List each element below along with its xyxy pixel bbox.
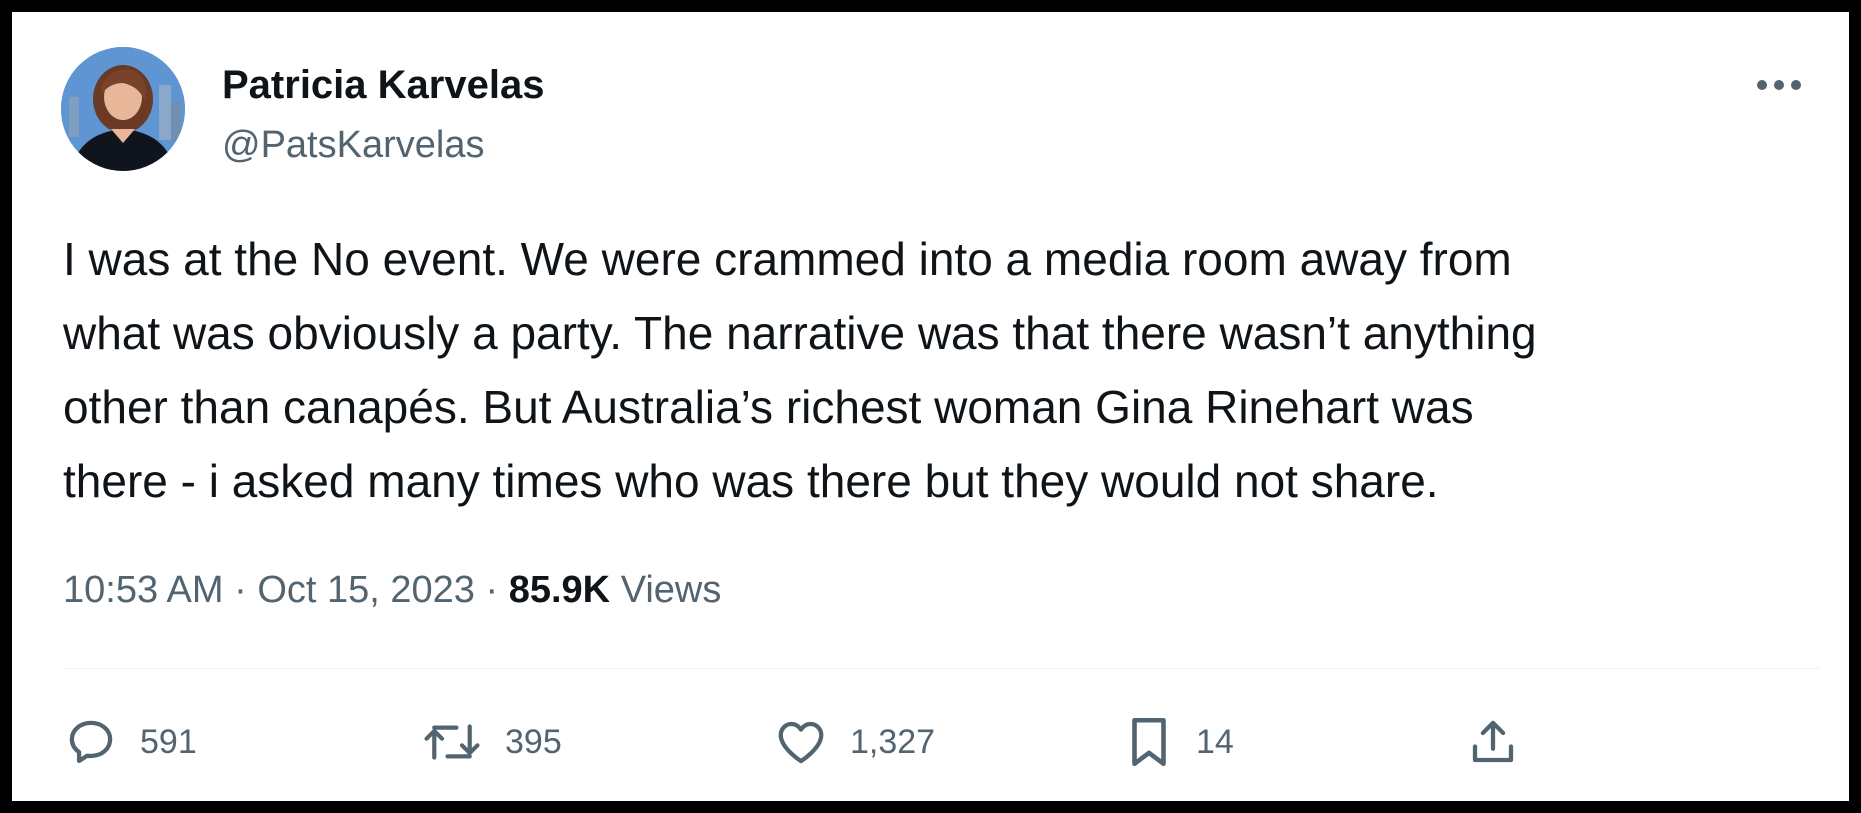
author-display-name[interactable]: Patricia Karvelas (222, 62, 544, 108)
like-count: 1,327 (850, 723, 936, 761)
tweet-text: I was at the No event. We were crammed i… (63, 222, 1823, 518)
avatar[interactable] (61, 47, 185, 171)
meta-separator: · (234, 569, 258, 611)
reply-button[interactable]: 591 (64, 712, 197, 772)
avatar-photo-icon (61, 47, 185, 171)
tweet-metadata: 10:53 AM · Oct 15, 2023 · 85.9K Views (63, 567, 721, 613)
views-count: 85.9K (508, 569, 611, 611)
bookmark-count: 14 (1196, 723, 1234, 761)
tweet-text-line: what was obviously a party. The narrativ… (63, 307, 1537, 359)
tweet-date[interactable]: Oct 15, 2023 (257, 569, 475, 611)
tweet-text-line: there - i asked many times who was there… (63, 455, 1439, 507)
share-button[interactable] (1466, 712, 1520, 772)
divider (63, 668, 1820, 669)
bookmark-icon (1132, 717, 1166, 767)
tweet-time[interactable]: 10:53 AM (63, 569, 224, 611)
more-dots-icon (1757, 80, 1801, 90)
heart-icon (778, 721, 824, 764)
share-upload-icon (1472, 720, 1514, 763)
meta-separator: · (485, 569, 509, 611)
repost-count: 395 (505, 723, 562, 761)
author-handle[interactable]: @PatsKarvelas (222, 122, 484, 168)
reply-count: 591 (140, 723, 197, 761)
repost-button[interactable]: 395 (421, 712, 562, 772)
bookmark-button[interactable]: 14 (1124, 712, 1234, 772)
tweet-card: Patricia Karvelas @PatsKarvelas I was at… (12, 12, 1849, 801)
views-label: Views (620, 569, 722, 611)
tweet-text-line: I was at the No event. We were crammed i… (63, 233, 1512, 285)
repost-arrows-icon (424, 724, 480, 760)
like-button[interactable]: 1,327 (774, 712, 935, 772)
reply-bubble-icon (69, 720, 113, 764)
more-options-button[interactable] (1749, 60, 1809, 110)
tweet-text-line: other than canapés. But Australia’s rich… (63, 381, 1474, 433)
